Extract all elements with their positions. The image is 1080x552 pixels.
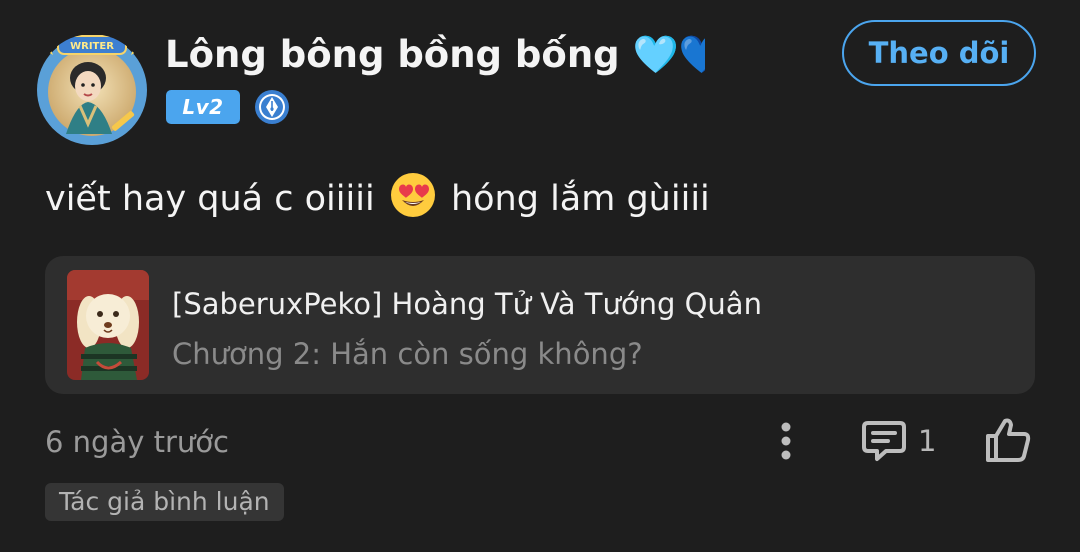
story-cover-image: [67, 270, 149, 380]
avatar-banner-label: WRITER: [70, 41, 114, 52]
story-cover-art-icon: [67, 270, 149, 380]
reply-button[interactable]: 1: [860, 416, 936, 466]
comment-bubble-icon: [862, 421, 906, 461]
comment-text: viết hay quá c oiiiii hóng lắm gùiiii: [45, 170, 710, 228]
more-vertical-icon: [781, 422, 791, 460]
comment-item: WRITER Lông bông bồng bống 🩵💙... Lv2 The…: [0, 0, 1080, 552]
thumbs-up-icon: [986, 418, 1031, 462]
level-badge: Lv2: [166, 90, 240, 124]
comment-text-part-2: hóng lắm gùiiii: [450, 179, 710, 219]
story-card[interactable]: [SaberuxPeko] Hoàng Tử Và Tướng Quân Chư…: [45, 256, 1035, 394]
writer-avatar-icon: WRITER: [37, 35, 147, 145]
author-comment-tag: Tác giả bình luận: [45, 483, 284, 521]
comment-timestamp: 6 ngày trước: [45, 425, 229, 459]
comment-text-part-1: viết hay quá c oiiiii: [45, 179, 375, 219]
more-options-button[interactable]: [770, 418, 802, 464]
pen-nib-badge-icon: [255, 90, 289, 124]
story-chapter: Chương 2: Hắn còn sống không?: [172, 337, 643, 371]
story-title: [SaberuxPeko] Hoàng Tử Và Tướng Quân: [172, 287, 762, 321]
username[interactable]: Lông bông bồng bống 🩵💙...: [165, 30, 705, 80]
reply-count: 1: [918, 424, 937, 458]
user-badges: Lv2: [166, 90, 290, 124]
like-button[interactable]: [982, 414, 1034, 466]
user-avatar[interactable]: WRITER: [36, 34, 148, 146]
heart-eyes-emoji-icon: [390, 173, 435, 217]
follow-button[interactable]: Theo dõi: [842, 20, 1036, 86]
